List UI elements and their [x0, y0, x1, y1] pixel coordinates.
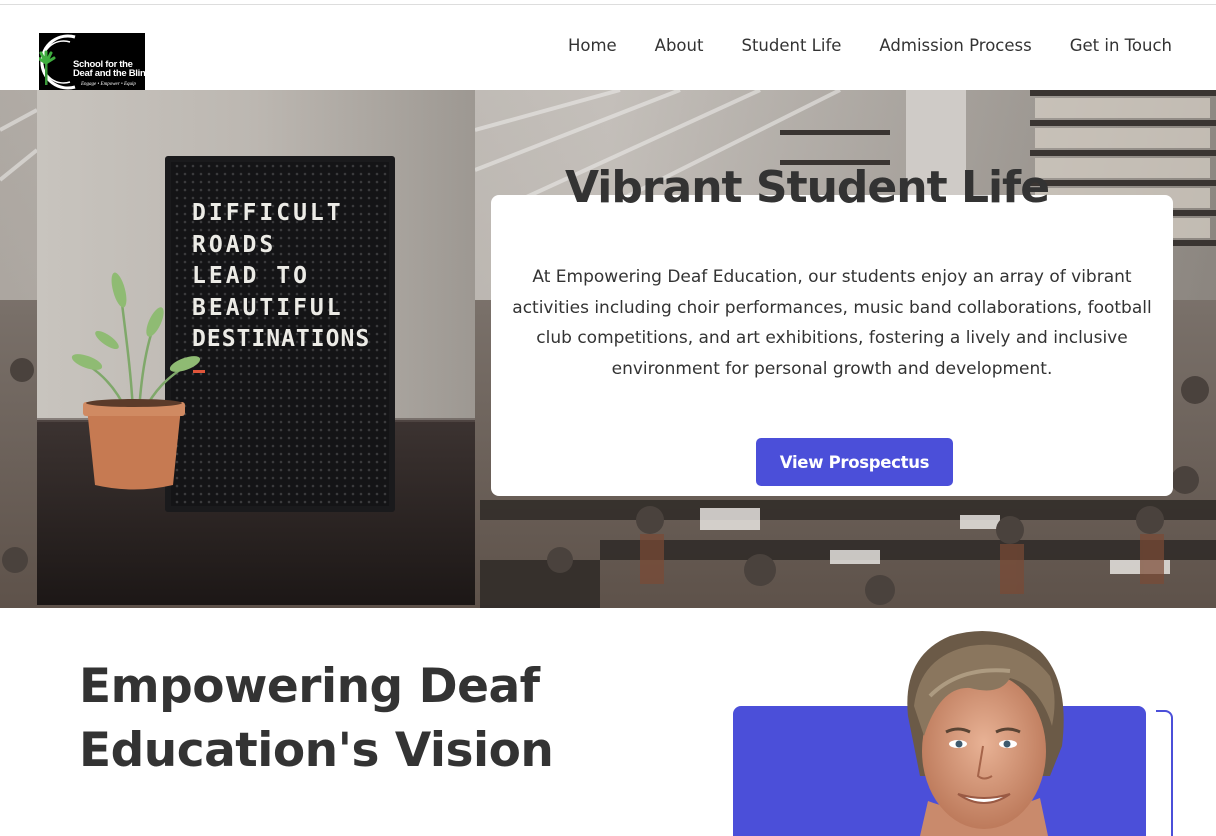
nav-get-in-touch[interactable]: Get in Touch	[1070, 36, 1172, 55]
logo-tagline: Engage • Empower • Equip	[81, 82, 136, 87]
vision-title: Empowering Deaf Education's Vision	[79, 659, 554, 778]
hero-title: Vibrant Student Life	[564, 162, 1050, 213]
hero-description: At Empowering Deaf Education, our studen…	[512, 267, 1152, 379]
letterboard-line: ROADS	[192, 231, 277, 258]
hero-section: DIFFICULT ROADS LEAD TO BEAUTIFUL DESTIN…	[0, 90, 1216, 608]
letterboard-line: DIFFICULT	[192, 200, 344, 226]
letterboard-line: LEAD TO	[192, 263, 310, 289]
logo-text-line2: Deaf and the Blind	[73, 68, 145, 79]
portrait-outline-frame	[1156, 710, 1173, 836]
founder-portrait-image	[907, 631, 1064, 836]
view-prospectus-button[interactable]: View Prospectus	[756, 438, 953, 486]
nav-student-life[interactable]: Student Life	[741, 36, 841, 55]
founder-portrait	[880, 626, 1080, 836]
nav-admission-process[interactable]: Admission Process	[879, 36, 1031, 55]
nav-home[interactable]: Home	[568, 36, 617, 55]
letterboard-line: DESTINATIONS	[192, 326, 371, 352]
letterboard-text: DIFFICULT ROADS LEAD TO BEAUTIFUL DESTIN…	[192, 198, 370, 356]
site-header: School for the Deaf and the Blind Engage…	[0, 5, 1216, 91]
school-logo[interactable]: School for the Deaf and the Blind Engage…	[39, 33, 145, 91]
nav-about[interactable]: About	[655, 36, 704, 55]
letterboard-line: BEAUTIFUL	[192, 294, 344, 321]
main-nav: Home About Student Life Admission Proces…	[568, 36, 1172, 55]
letterboard-photo: DIFFICULT ROADS LEAD TO BEAUTIFUL DESTIN…	[37, 90, 475, 605]
